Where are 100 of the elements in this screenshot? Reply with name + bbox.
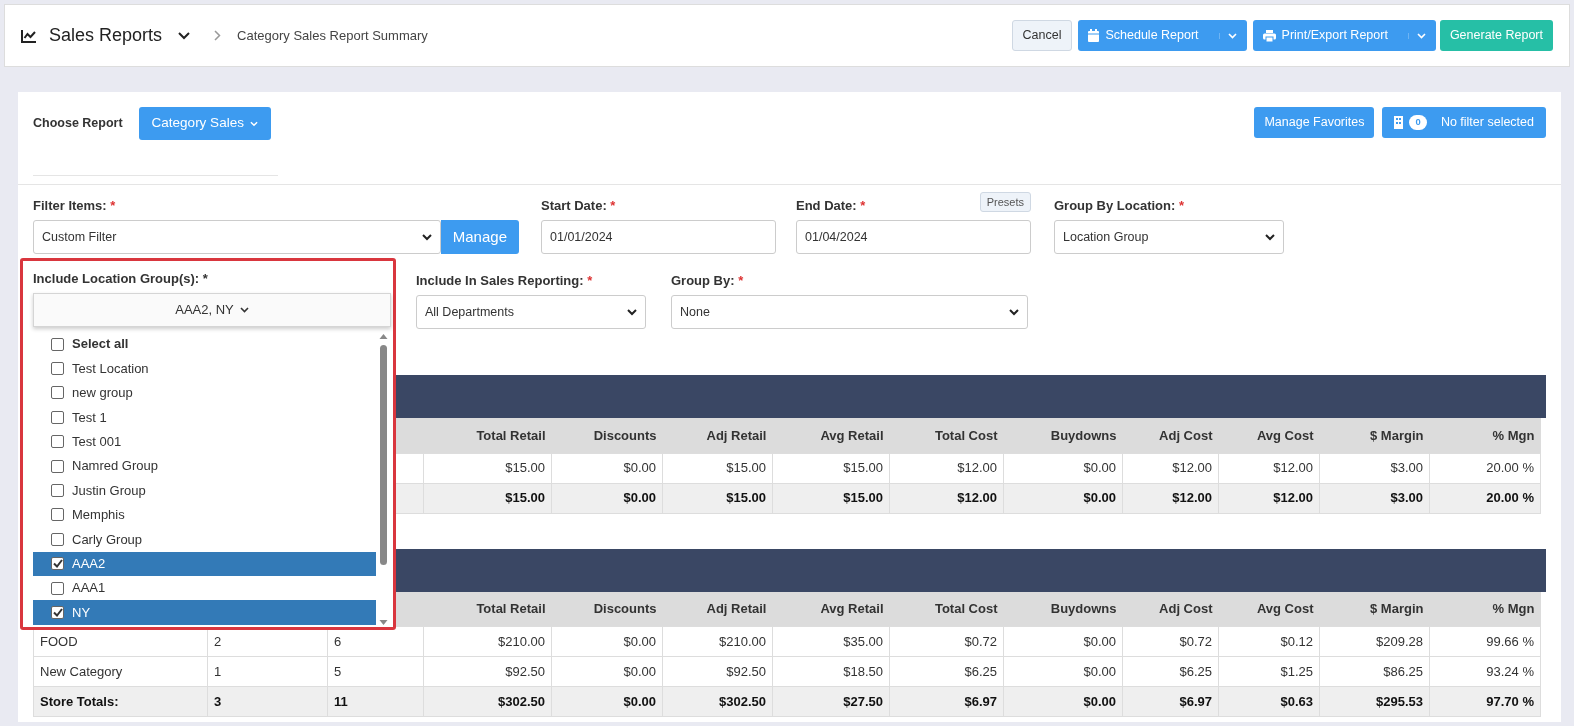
table-cell: $210.00 (423, 626, 552, 657)
column-header: Avg Cost (1218, 418, 1320, 453)
field-label: Choose Report (33, 115, 123, 132)
table-cell: $12.00 (1218, 483, 1320, 513)
dropdown-option[interactable]: AAA1 (33, 575, 376, 601)
table-cell: $209.28 (1319, 626, 1430, 657)
presets-button[interactable]: Presets (979, 192, 1031, 212)
table-cell: $6.97 (1122, 686, 1219, 717)
checkbox[interactable] (51, 362, 64, 376)
table-cell: $0.00 (1003, 686, 1123, 717)
page-title: Sales Reports (49, 24, 163, 47)
column-header: Avg Cost (1218, 591, 1320, 627)
group-by-select[interactable]: None (671, 295, 1028, 329)
column-header: % Mgn (1429, 591, 1541, 627)
checkbox[interactable] (51, 606, 64, 619)
chevron-down-icon[interactable] (178, 31, 191, 40)
field-label: End Date: * (796, 197, 866, 212)
table-cell: 99.66 % (1429, 626, 1541, 657)
caret-icon (421, 233, 432, 241)
checkbox[interactable] (51, 532, 64, 546)
column-header: Avg Retail (772, 418, 890, 453)
table-cell: $12.00 (1218, 453, 1320, 483)
checkbox[interactable] (51, 459, 64, 473)
dropdown-option[interactable]: new group (33, 380, 376, 406)
dropdown-option[interactable]: Test Location (33, 356, 376, 381)
table-cell: $12.00 (889, 483, 1004, 513)
table-cell: 11 (327, 686, 424, 717)
column-header: Adj Retail (662, 591, 773, 627)
dropdown-option[interactable]: NY (33, 600, 376, 625)
column-header: % Mgn (1429, 418, 1541, 453)
checkbox[interactable] (51, 337, 64, 351)
table-cell: 20.00 % (1429, 483, 1541, 513)
printer-icon (1262, 29, 1276, 42)
table-cell: $86.25 (1319, 656, 1430, 687)
dropdown-option[interactable]: Select all (33, 332, 376, 357)
column-header: $ Margin (1319, 418, 1430, 453)
toolbar-button[interactable]: Cancel (1011, 20, 1073, 51)
dropdown-option[interactable]: Memphis (33, 502, 376, 528)
checkbox[interactable] (51, 386, 64, 400)
table-cell: $35.00 (772, 626, 890, 657)
column-header: Avg Retail (772, 591, 890, 627)
checkbox[interactable] (51, 581, 64, 595)
table-cell: $0.00 (1003, 483, 1123, 513)
filter-items-select[interactable]: Custom Filter (33, 220, 441, 254)
checkbox[interactable] (51, 435, 64, 449)
table-cell: $92.50 (662, 656, 773, 687)
table-cell: $15.00 (662, 483, 773, 513)
checkbox[interactable] (51, 557, 64, 571)
checkbox[interactable] (51, 508, 64, 522)
column-header: Adj Cost (1122, 591, 1219, 627)
table-cell: $6.25 (889, 656, 1004, 687)
table-cell: $0.00 (1003, 626, 1123, 657)
table-cell: $0.00 (1003, 453, 1123, 483)
column-header: Total Retail (423, 591, 552, 627)
table-cell: $0.12 (1218, 626, 1320, 657)
dropdown-option[interactable]: Carly Group (33, 527, 376, 552)
scrollbar[interactable] (377, 332, 390, 627)
table-cell: $27.50 (772, 686, 890, 717)
table-cell: $0.72 (1122, 626, 1219, 657)
building-icon (1394, 116, 1404, 129)
line-chart-icon (21, 28, 37, 43)
table-cell: New Category (33, 656, 208, 687)
column-header: Discounts (551, 418, 663, 453)
table-cell: $15.00 (662, 453, 773, 483)
field-label: Include Location Group(s): * (33, 270, 209, 285)
end-date-field[interactable]: 01/04/2024 (796, 220, 1031, 254)
table-cell: $210.00 (662, 626, 773, 657)
table-cell: $0.00 (551, 483, 663, 513)
checkbox[interactable] (51, 410, 64, 424)
dropdown-option[interactable]: Namred Group (33, 453, 376, 479)
sales-reporting-select[interactable]: All Departments (416, 295, 646, 329)
dropdown-option[interactable]: Justin Group (33, 478, 376, 503)
location-group-dropdown[interactable]: AAA2, NY (33, 293, 391, 327)
column-header: Adj Cost (1122, 418, 1219, 453)
field-label: Start Date: * (541, 197, 617, 212)
group-by-location-select[interactable]: Location Group (1054, 220, 1284, 254)
dropdown-option[interactable]: AAA2 (33, 551, 376, 576)
table-cell: 5 (327, 656, 424, 687)
start-date-field[interactable]: 01/01/2024 (541, 220, 776, 254)
calendar-icon (1088, 29, 1100, 42)
column-header: Total Cost (889, 591, 1004, 627)
caret-icon (1009, 308, 1019, 316)
caret-icon (1416, 32, 1426, 39)
dropdown-option[interactable]: Test 001 (33, 429, 376, 454)
table-cell: $302.50 (423, 686, 552, 717)
table-cell: $0.00 (551, 656, 663, 687)
table-cell: $0.72 (889, 626, 1004, 657)
table-cell: 20.00 % (1429, 453, 1541, 483)
table-cell: 97.70 % (1429, 686, 1541, 717)
column-header: Buydowns (1003, 591, 1123, 627)
dropdown-option[interactable]: Test 1 (33, 405, 376, 430)
table-cell: $12.00 (1122, 483, 1219, 513)
column-header: $ Margin (1319, 591, 1430, 627)
field-label: Group By Location: * (1054, 197, 1185, 212)
table-cell: Store Totals: (33, 686, 208, 717)
caret-icon (1265, 233, 1275, 241)
table-cell: 1 (207, 656, 328, 687)
checkbox[interactable] (51, 484, 64, 498)
table-cell: $0.63 (1218, 686, 1320, 717)
field-label: Group By: * (671, 272, 745, 287)
